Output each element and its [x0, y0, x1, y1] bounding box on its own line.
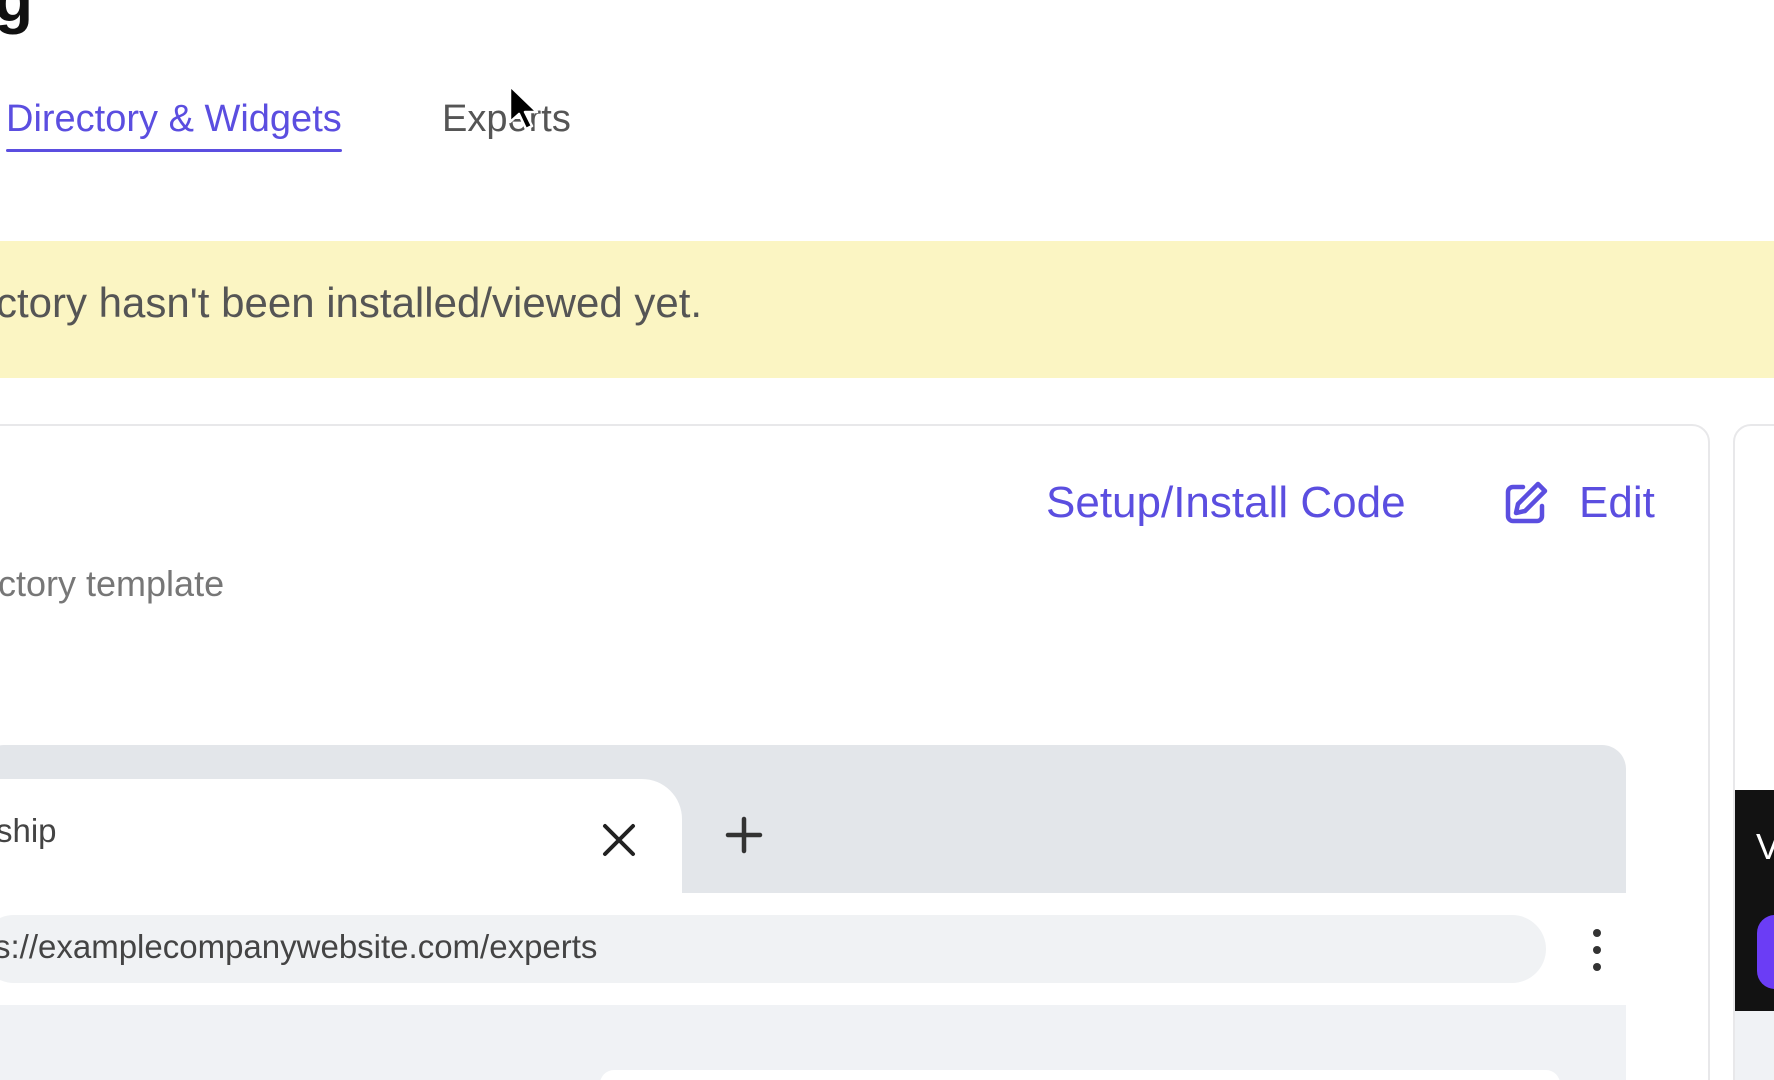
edit-icon — [1505, 481, 1548, 524]
plus-icon — [725, 816, 763, 854]
edit-label: Edit — [1579, 478, 1655, 527]
close-icon — [603, 824, 635, 856]
active-tab-underline — [6, 149, 342, 152]
side-preview-button[interactable] — [1757, 915, 1774, 989]
setup-install-code-link[interactable]: Setup/Install Code — [1046, 478, 1406, 528]
side-preview-letter: V — [1756, 826, 1774, 867]
tab-experts-label: Experts — [442, 98, 571, 140]
tab-directory-widgets-label: Directory & Widgets — [6, 98, 342, 140]
warning-banner: ctory hasn't been installed/viewed yet. — [0, 241, 1774, 378]
browser-mock-tab-title: ship — [0, 812, 57, 849]
page-title-fragment: g — [0, 0, 33, 36]
browser-mock-tab — [0, 779, 682, 893]
warning-banner-text: ctory hasn't been installed/viewed yet. — [0, 279, 703, 326]
page: g Directory & Widgets Experts ctory hasn… — [0, 0, 1774, 1080]
browser-mock-page-area — [0, 1005, 1626, 1080]
browser-mock-url: s://examplecompanywebsite.com/experts — [0, 928, 598, 965]
edit-button[interactable]: Edit — [1503, 478, 1655, 528]
side-preview-grey — [1735, 1011, 1774, 1080]
tab-directory-widgets[interactable]: Directory & Widgets — [6, 92, 342, 152]
tab-experts[interactable]: Experts — [442, 92, 571, 146]
browser-mock-page-content — [600, 1070, 1560, 1080]
directory-template-subtext: ctory template — [0, 563, 225, 604]
kebab-menu-icon — [1593, 929, 1601, 971]
